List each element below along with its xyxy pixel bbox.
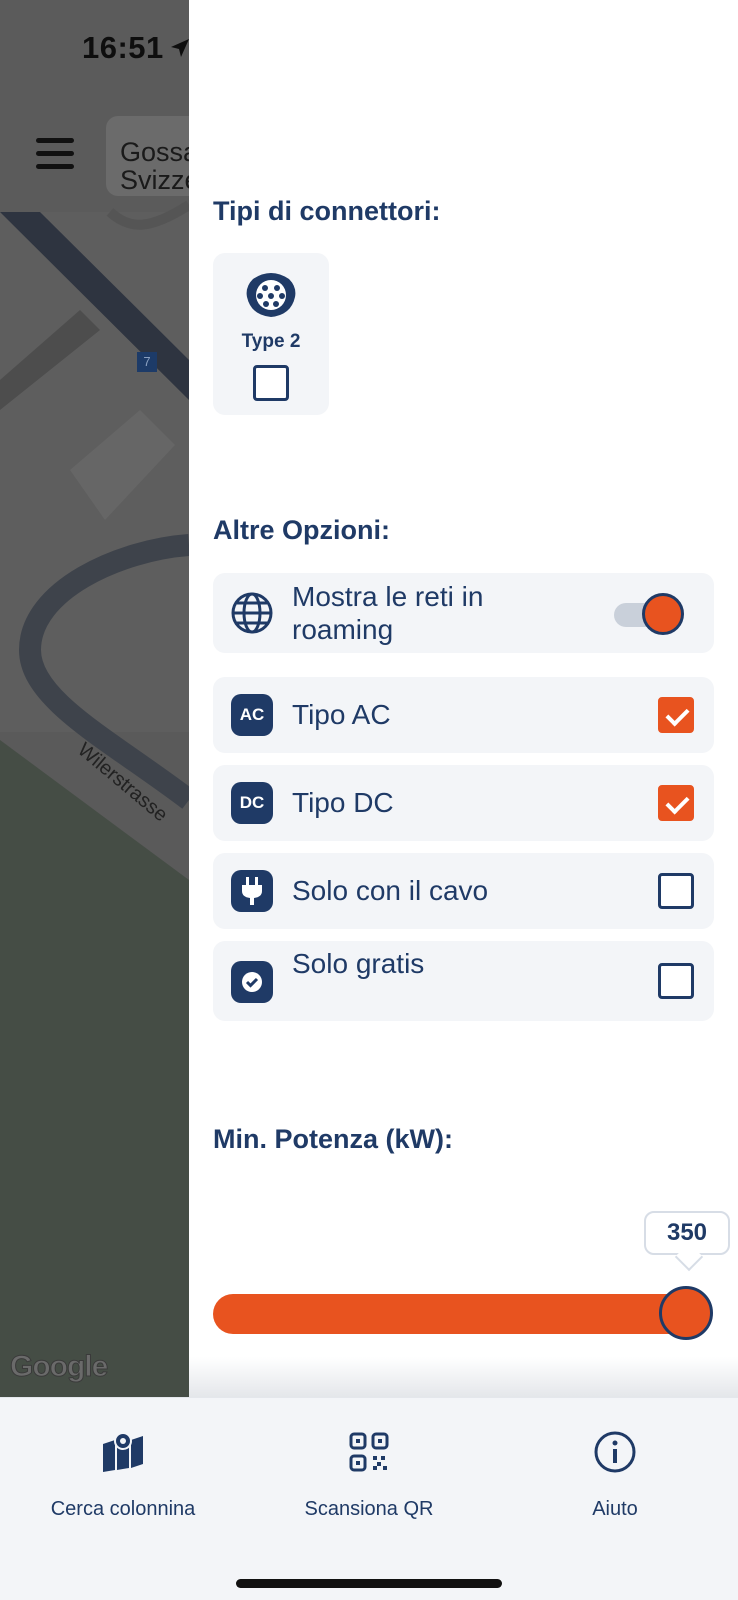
free-badge-icon: [231, 961, 273, 1003]
connector-type2-checkbox[interactable]: [253, 365, 289, 401]
option-row-free[interactable]: Solo gratis: [213, 941, 714, 1021]
info-icon: [594, 1431, 636, 1473]
option-label-ac: Tipo AC: [292, 699, 391, 730]
status-time: 16:51: [82, 30, 164, 65]
scroll-fade: [189, 1357, 738, 1397]
globe-icon: [231, 592, 273, 634]
hamburger-menu-icon[interactable]: [36, 138, 74, 172]
roaming-option-row[interactable]: Mostra le reti in roaming: [213, 573, 714, 653]
connector-card-type2[interactable]: Type 2: [213, 253, 329, 415]
option-checkbox-free[interactable]: [658, 963, 694, 999]
map-roads: [0, 0, 189, 1397]
power-value-bubble: 350: [644, 1211, 730, 1255]
power-section-title: Min. Potenza (kW):: [213, 1124, 453, 1154]
option-row-ac[interactable]: AC Tipo AC: [213, 677, 714, 753]
home-indicator: [236, 1579, 502, 1588]
nav-label: Cerca colonnina: [50, 1498, 196, 1520]
map-icon: [103, 1432, 143, 1472]
connectors-section-title: Tipi di connettori:: [213, 196, 441, 226]
option-row-cable[interactable]: Solo con il cavo: [213, 853, 714, 929]
bottom-navigation: Cerca colonnina Scansiona QR Aiuto: [0, 1397, 738, 1600]
nav-find-station[interactable]: Cerca colonnina: [0, 1428, 246, 1521]
power-slider-track[interactable]: [213, 1294, 689, 1334]
nav-scan-qr[interactable]: Scansiona QR: [246, 1428, 492, 1521]
map-view[interactable]: 7 Wilerstrasse Gossau Svizzera Google: [0, 0, 189, 1397]
nav-label: Aiuto: [592, 1498, 638, 1520]
option-checkbox-cable[interactable]: [658, 873, 694, 909]
option-label-free: Solo gratis: [292, 948, 425, 979]
option-label-cable: Solo con il cavo: [292, 875, 489, 906]
roaming-option-label: Mostra le reti in roaming: [292, 581, 484, 645]
option-checkbox-ac[interactable]: [658, 697, 694, 733]
google-logo: Google: [9, 1350, 108, 1384]
plug-icon: [231, 870, 273, 912]
connector-label: Type 2: [241, 331, 301, 352]
nav-label: Scansiona QR: [304, 1498, 434, 1520]
toggle-knob: [642, 593, 684, 635]
qr-code-icon: [349, 1432, 389, 1472]
roaming-toggle[interactable]: [614, 593, 684, 635]
search-field[interactable]: Gossau Svizzera: [106, 116, 189, 196]
type2-connector-icon: [246, 273, 296, 317]
filter-drawer: Tipi di connettori: Type 2 Altre Opzioni…: [189, 0, 738, 1397]
option-row-dc[interactable]: DC Tipo DC: [213, 765, 714, 841]
dc-icon: DC: [231, 782, 273, 824]
power-slider-thumb[interactable]: [659, 1286, 713, 1340]
nav-help[interactable]: Aiuto: [492, 1428, 738, 1521]
option-checkbox-dc[interactable]: [658, 785, 694, 821]
option-label-dc: Tipo DC: [292, 787, 394, 818]
route-badge: 7: [137, 352, 157, 372]
options-section-title: Altre Opzioni:: [213, 515, 390, 545]
ac-icon: AC: [231, 694, 273, 736]
